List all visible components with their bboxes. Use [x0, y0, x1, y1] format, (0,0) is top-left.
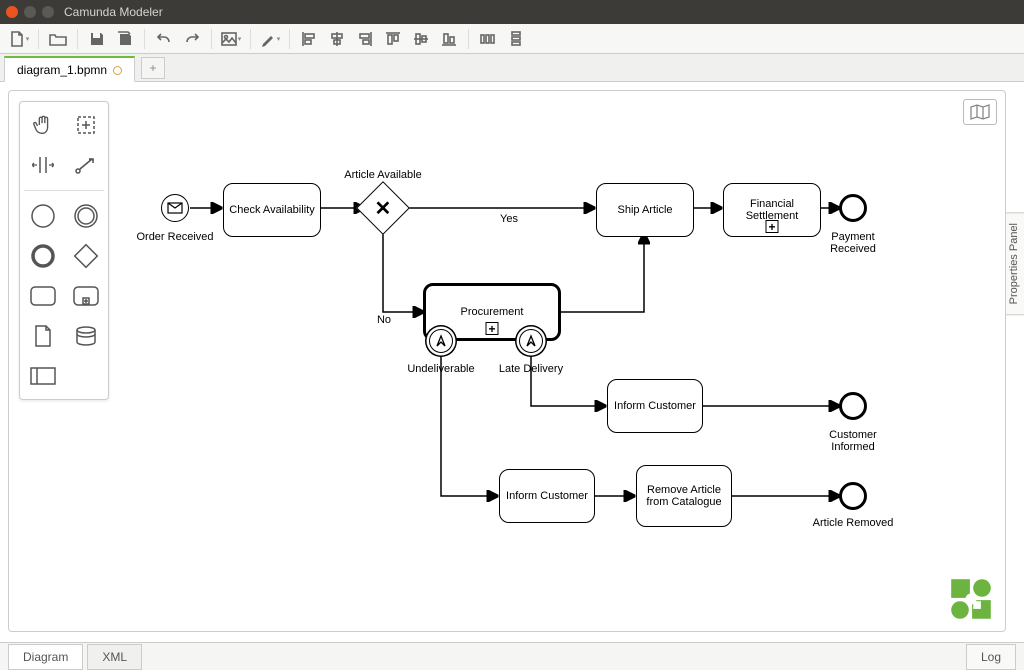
- flow-no-label: No: [369, 314, 399, 326]
- end-event-payment-received[interactable]: [839, 194, 867, 222]
- palette-hand-tool[interactable]: [25, 110, 61, 140]
- distribute-vertical-button[interactable]: [503, 27, 529, 51]
- start-event-label: Order Received: [134, 231, 216, 243]
- window-maximize-button[interactable]: [42, 6, 54, 18]
- align-center-h-button[interactable]: [324, 27, 350, 51]
- end-payment-label: Payment Received: [821, 231, 885, 255]
- subprocess-financial-settlement[interactable]: Financial Settlement +: [723, 183, 821, 237]
- palette-data-store[interactable]: [68, 321, 104, 351]
- unsaved-indicator-icon: [113, 66, 122, 75]
- palette-subprocess[interactable]: [68, 281, 104, 311]
- align-top-button[interactable]: [380, 27, 406, 51]
- task-inform-customer-late[interactable]: Inform Customer: [607, 379, 703, 433]
- boundary-undeliverable-label: Undeliverable: [402, 363, 480, 375]
- undo-button[interactable]: [151, 27, 177, 51]
- file-tab-label: diagram_1.bpmn: [17, 63, 107, 77]
- camunda-logo-icon: [949, 577, 993, 621]
- window-title: Camunda Modeler: [64, 5, 163, 19]
- escalation-icon: [524, 334, 538, 348]
- end-removed-label: Article Removed: [809, 517, 897, 529]
- window-close-button[interactable]: [6, 6, 18, 18]
- file-tab-active[interactable]: diagram_1.bpmn: [4, 56, 135, 82]
- align-bottom-button[interactable]: [436, 27, 462, 51]
- save-button[interactable]: [84, 27, 110, 51]
- palette-connect-tool[interactable]: [68, 150, 104, 180]
- save-all-button[interactable]: [112, 27, 138, 51]
- end-event-article-removed[interactable]: [839, 482, 867, 510]
- boundary-event-late-delivery[interactable]: [519, 329, 543, 353]
- palette-data-object[interactable]: [25, 321, 61, 351]
- boundary-event-undeliverable[interactable]: [429, 329, 453, 353]
- align-left-button[interactable]: [296, 27, 322, 51]
- view-tab-diagram[interactable]: Diagram: [8, 644, 83, 670]
- end-event-customer-informed[interactable]: [839, 392, 867, 420]
- palette-intermediate-event[interactable]: [68, 201, 104, 231]
- palette-gateway[interactable]: [68, 241, 104, 271]
- task-remove-article[interactable]: Remove Article from Catalogue: [636, 465, 732, 527]
- subprocess-marker-icon: +: [766, 220, 779, 233]
- editor-area: Properties Panel: [0, 82, 1024, 642]
- open-file-button[interactable]: [45, 27, 71, 51]
- minimap-toggle[interactable]: [963, 99, 997, 125]
- align-middle-button[interactable]: [408, 27, 434, 51]
- palette-space-tool[interactable]: [25, 150, 61, 180]
- escalation-icon: [434, 334, 448, 348]
- gateway-label: Article Available: [339, 169, 427, 181]
- palette-lasso-tool[interactable]: [68, 110, 104, 140]
- task-check-availability[interactable]: Check Availability: [223, 183, 321, 237]
- flow-yes-label: Yes: [489, 213, 529, 225]
- view-tab-xml[interactable]: XML: [87, 644, 142, 670]
- footer-tabbar: Diagram XML Log: [0, 642, 1024, 670]
- end-informed-label: Customer Informed: [821, 429, 885, 453]
- log-toggle[interactable]: Log: [966, 644, 1016, 670]
- properties-panel-toggle[interactable]: Properties Panel: [1003, 212, 1024, 315]
- task-ship-article[interactable]: Ship Article: [596, 183, 694, 237]
- x-icon: ✕: [375, 195, 392, 220]
- start-event-order-received[interactable]: [161, 194, 189, 222]
- distribute-horizontal-button[interactable]: [475, 27, 501, 51]
- main-toolbar: ▾ ▾ ▾: [0, 24, 1024, 54]
- subprocess-marker-icon: +: [486, 322, 499, 335]
- align-right-button[interactable]: [352, 27, 378, 51]
- file-tabbar: diagram_1.bpmn +: [0, 54, 1024, 82]
- envelope-icon: [167, 202, 183, 214]
- redo-button[interactable]: [179, 27, 205, 51]
- export-image-button[interactable]: ▾: [218, 27, 244, 51]
- window-titlebar: Camunda Modeler: [0, 0, 1024, 24]
- add-tab-button[interactable]: +: [141, 57, 165, 79]
- exclusive-gateway-article-available[interactable]: ✕: [356, 181, 410, 235]
- new-file-button[interactable]: ▾: [6, 27, 32, 51]
- sequence-flows: [9, 91, 1005, 631]
- palette-task[interactable]: [25, 281, 61, 311]
- color-picker-button[interactable]: ▾: [257, 27, 283, 51]
- task-inform-customer-undeliverable[interactable]: Inform Customer: [499, 469, 595, 523]
- palette-end-event[interactable]: [25, 241, 61, 271]
- boundary-late-label: Late Delivery: [492, 363, 570, 375]
- diagram-canvas[interactable]: Order Received Check Availability Articl…: [8, 90, 1006, 632]
- element-palette: [19, 101, 109, 400]
- palette-start-event[interactable]: [25, 201, 61, 231]
- palette-participant[interactable]: [25, 361, 61, 391]
- window-minimize-button[interactable]: [24, 6, 36, 18]
